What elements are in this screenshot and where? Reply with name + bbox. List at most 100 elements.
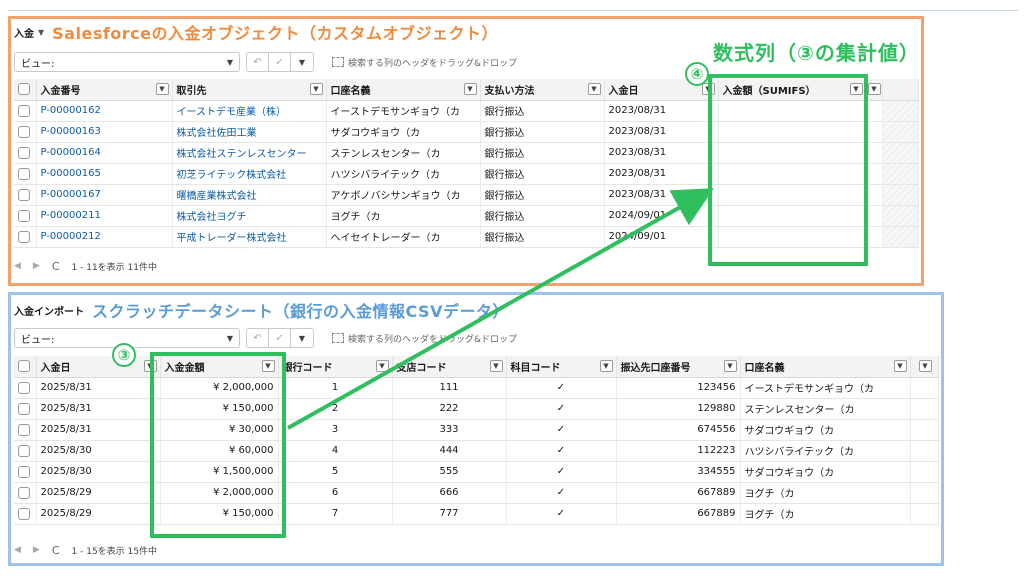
row-checkbox[interactable] — [14, 205, 37, 227]
tab-payment-import[interactable]: 入金インポート — [14, 303, 84, 318]
table-row[interactable]: 2025/8/29 ¥ 150,000 7 777 ✓ 667889 ヨグチ（カ — [14, 503, 939, 525]
spacer-cell — [910, 440, 939, 462]
table-row[interactable]: 2025/8/30 ¥ 60,000 4 444 ✓ 112223 ハツシバライテック（カ — [14, 440, 939, 462]
filter-icon[interactable]: ▼ — [155, 83, 169, 95]
payment-number-link[interactable]: P-00000162 — [36, 100, 173, 122]
payment-number-link[interactable]: P-00000212 — [36, 226, 173, 248]
row-checkbox[interactable] — [14, 121, 37, 143]
table-row[interactable]: P-00000211 株式会社ヨグチ ヨグチ（カ 銀行振込 2024/09/01 — [14, 205, 919, 227]
prev-page-icon[interactable]: ◀ — [14, 261, 21, 271]
filter-icon[interactable]: ▼ — [723, 360, 737, 372]
table-row[interactable]: P-00000164 株式会社ステンレスセンター ステンレスセンター（カ 銀行振込 20… — [14, 142, 919, 164]
prev-page-icon[interactable]: ◀ — [14, 545, 21, 555]
refresh-icon[interactable]: C — [52, 260, 60, 273]
group-drop-zone[interactable]: 検索する列のヘッダをドラッグ&ドロップ — [332, 56, 517, 69]
chevron-down-icon[interactable]: ▼ — [291, 329, 313, 347]
filter-icon[interactable]: ▼ — [309, 83, 323, 95]
table-row[interactable]: P-00000212 平成トレーダー株式会社 ヘイセイトレーダー（カ 銀行振込 2024… — [14, 226, 919, 248]
payment-number-link[interactable]: P-00000211 — [36, 205, 173, 227]
column-header[interactable]: 入金番号 ▼ — [36, 79, 173, 101]
row-checkbox[interactable] — [14, 184, 37, 206]
chevron-down-icon[interactable]: ▼ — [291, 53, 313, 71]
column-header[interactable]: 振込先口座番号 ▼ — [616, 356, 741, 378]
row-checkbox[interactable] — [14, 419, 37, 441]
row-checkbox[interactable] — [14, 226, 37, 248]
column-header[interactable]: 支店コード ▼ — [392, 356, 507, 378]
payment-number-link[interactable]: P-00000165 — [36, 163, 173, 185]
filter-icon[interactable]: ▼ — [489, 360, 503, 372]
payment-method-cell: 銀行振込 — [480, 205, 605, 227]
undo-icon[interactable]: ↶ — [247, 329, 269, 347]
column-header[interactable]: 科目コード ▼ — [506, 356, 617, 378]
row-checkbox[interactable] — [14, 503, 37, 525]
select-all-checkbox[interactable] — [14, 356, 37, 378]
account-link[interactable]: 株式会社佐田工業 — [172, 121, 327, 143]
row-checkbox[interactable] — [14, 100, 37, 122]
payment-number-link[interactable]: P-00000163 — [36, 121, 173, 143]
filter-icon[interactable]: ▼ — [918, 360, 932, 372]
payment-method-cell: 銀行振込 — [480, 100, 605, 122]
payment-method-cell: 銀行振込 — [480, 121, 605, 143]
next-page-icon[interactable]: ▶ — [33, 545, 40, 555]
refresh-icon[interactable]: C — [52, 544, 60, 557]
table-row[interactable]: 2025/8/31 ¥ 150,000 2 222 ✓ 129880 ステンレスセンター（カ — [14, 398, 939, 420]
filter-icon[interactable]: ▼ — [599, 360, 613, 372]
view-select[interactable]: ビュー: ▼ — [14, 52, 240, 72]
row-checkbox[interactable] — [14, 461, 37, 483]
tab-payment[interactable]: 入金 — [14, 25, 34, 40]
column-header[interactable]: 口座名義 ▼ — [740, 356, 911, 378]
filter-icon[interactable]: ▼ — [587, 83, 601, 95]
next-page-icon[interactable]: ▶ — [33, 261, 40, 271]
filter-icon[interactable]: ▼ — [261, 360, 275, 372]
row-checkbox[interactable] — [14, 377, 37, 399]
row-checkbox[interactable] — [14, 398, 37, 420]
table-row[interactable]: 2025/8/31 ¥ 2,000,000 1 111 ✓ 123456 イーストデモサンギ… — [14, 377, 939, 399]
chevron-down-icon: ▼ — [226, 57, 233, 67]
payment-number-link[interactable]: P-00000164 — [36, 142, 173, 164]
account-link[interactable]: イーストデモ産業（株） — [172, 100, 327, 122]
filter-icon[interactable]: ▼ — [849, 83, 863, 95]
account-link[interactable]: 株式会社ステンレスセンター — [172, 142, 327, 164]
filter-icon[interactable]: ▼ — [463, 83, 477, 95]
chevron-down-icon[interactable]: ▼ — [38, 28, 44, 37]
table-row[interactable]: P-00000167 曙橋産業株式会社 アケボノバシサンギョウ（カ 銀行振込 2023/… — [14, 184, 919, 206]
view-label: ビュー: — [21, 334, 55, 346]
filter-icon[interactable]: ▼ — [867, 83, 881, 95]
row-checkbox[interactable] — [14, 482, 37, 504]
filter-icon[interactable]: ▼ — [893, 360, 907, 372]
undo-icon[interactable]: ↶ — [247, 53, 269, 71]
account-link[interactable]: 初芝ライテック株式会社 — [172, 163, 327, 185]
table-row[interactable]: 2025/8/30 ¥ 1,500,000 5 555 ✓ 334555 サダコウギョウ（カ — [14, 461, 939, 483]
account-link[interactable]: 株式会社ヨグチ — [172, 205, 327, 227]
filter-icon[interactable]: ▼ — [143, 360, 157, 372]
table-row[interactable]: P-00000162 イーストデモ産業（株） イーストデモサンギョウ（カ 銀行振込 20… — [14, 100, 919, 122]
account-link[interactable]: 曙橋産業株式会社 — [172, 184, 327, 206]
column-header[interactable]: 口座名義 ▼ — [326, 79, 481, 101]
column-menu[interactable]: ▼ — [866, 79, 883, 101]
select-all-checkbox[interactable] — [14, 79, 37, 101]
column-header[interactable]: 入金日 ▼ — [36, 356, 161, 378]
table-row[interactable]: P-00000165 初芝ライテック株式会社 ハツシバライテック（カ 銀行振込 2023… — [14, 163, 919, 185]
row-checkbox[interactable] — [14, 142, 37, 164]
filter-icon[interactable]: ▼ — [701, 83, 715, 95]
table-row[interactable]: 2025/8/29 ¥ 2,000,000 6 666 ✓ 667889 ヨグチ（カ — [14, 482, 939, 504]
account-link[interactable]: 平成トレーダー株式会社 — [172, 226, 327, 248]
table-row[interactable]: P-00000163 株式会社佐田工業 サダコウギョウ（カ 銀行振込 2023/08/3… — [14, 121, 919, 143]
check-icon[interactable]: ✓ — [269, 329, 291, 347]
column-header[interactable]: 支払い方法 ▼ — [480, 79, 605, 101]
spacer-cell — [866, 226, 883, 248]
payment-number-link[interactable]: P-00000167 — [36, 184, 173, 206]
sumifs-cell — [718, 100, 867, 122]
filter-icon[interactable]: ▼ — [375, 360, 389, 372]
column-header[interactable]: 取引先 ▼ — [172, 79, 327, 101]
group-drop-zone[interactable]: 検索する列のヘッダをドラッグ&ドロップ — [332, 332, 517, 345]
table-row[interactable]: 2025/8/31 ¥ 30,000 3 333 ✓ 674556 サダコウギョウ（カ — [14, 419, 939, 441]
column-menu[interactable]: ▼ — [910, 356, 939, 378]
row-checkbox[interactable] — [14, 163, 37, 185]
row-checkbox[interactable] — [14, 440, 37, 462]
column-header[interactable]: 銀行コード ▼ — [278, 356, 393, 378]
account-holder-cell: ハツシバライテック（カ — [740, 440, 911, 462]
column-header-sumifs[interactable]: 入金額（SUMIFS） ▼ — [718, 79, 867, 101]
check-icon[interactable]: ✓ — [269, 53, 291, 71]
column-header[interactable]: 入金金額 ▼ — [160, 356, 279, 378]
